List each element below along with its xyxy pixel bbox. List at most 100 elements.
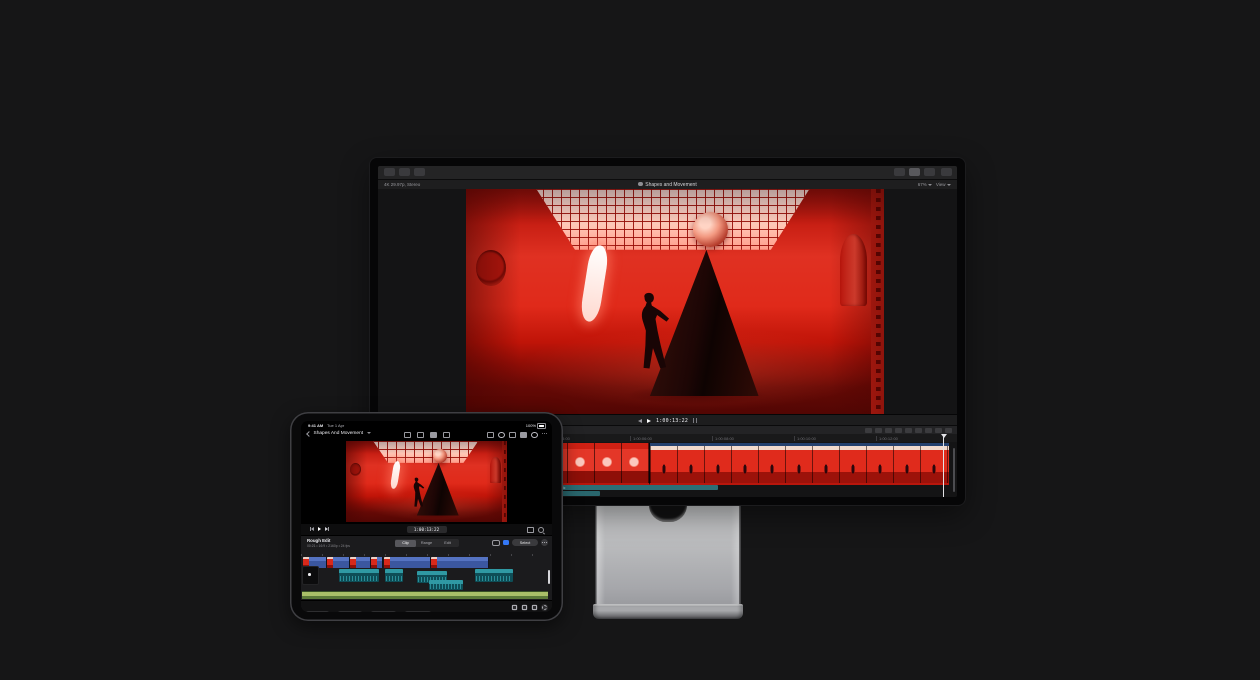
segment-edit[interactable]: Edit bbox=[437, 540, 458, 547]
select-button[interactable]: Select bbox=[512, 539, 538, 546]
index-icon[interactable] bbox=[865, 428, 872, 433]
viewer-canvas[interactable] bbox=[301, 439, 552, 524]
media-import-icon[interactable] bbox=[399, 168, 410, 176]
volume-button[interactable]: Volume bbox=[337, 611, 363, 612]
playhead[interactable] bbox=[943, 434, 944, 497]
ceiling-light-grid bbox=[369, 441, 483, 463]
redo-icon[interactable] bbox=[417, 432, 424, 439]
chevron-down-icon bbox=[947, 184, 951, 186]
timer-icon[interactable] bbox=[498, 432, 505, 439]
video-clip[interactable] bbox=[650, 443, 949, 485]
media-browser-icon[interactable] bbox=[520, 432, 527, 439]
skip-back-icon[interactable] bbox=[310, 527, 314, 531]
skip-forward-icon[interactable] bbox=[325, 527, 329, 531]
wall-porthole bbox=[476, 250, 505, 286]
multicam-button[interactable]: Multicam bbox=[404, 611, 432, 612]
stand-notch bbox=[649, 505, 687, 522]
more-icon[interactable] bbox=[541, 539, 548, 546]
audio-clip[interactable] bbox=[475, 569, 513, 582]
video-clip[interactable] bbox=[371, 557, 383, 568]
audio-clip[interactable]: Music bbox=[555, 485, 718, 490]
ceiling-light-grid bbox=[525, 189, 822, 250]
zoom-icon[interactable] bbox=[538, 527, 544, 533]
ruler-tick: 1:00:08:00 bbox=[712, 436, 734, 441]
wall-light-window bbox=[390, 461, 402, 489]
filmstrip-wall-panel bbox=[871, 189, 884, 414]
wall-arch bbox=[840, 234, 867, 306]
share-icon[interactable] bbox=[941, 168, 952, 176]
export-icon[interactable] bbox=[487, 432, 494, 439]
project-title[interactable]: Shapes And Movement bbox=[314, 431, 364, 436]
more-icon[interactable] bbox=[542, 432, 547, 437]
transitions-icon[interactable] bbox=[945, 428, 952, 433]
timeline-ruler[interactable] bbox=[301, 551, 552, 556]
timecode-display: 1:00:13:22 bbox=[656, 418, 688, 424]
undo-icon[interactable] bbox=[404, 432, 411, 439]
timeline-panel: Rough Edit 00:21 • 16:9 • 2160p • 24 fps… bbox=[301, 535, 552, 612]
segment-clip[interactable]: Clip bbox=[395, 540, 416, 547]
project-icon bbox=[638, 182, 643, 186]
audio-clip[interactable] bbox=[385, 569, 403, 582]
libraries-icon[interactable] bbox=[384, 168, 395, 176]
connected-clip-placeholder[interactable] bbox=[302, 566, 319, 585]
overwrite-icon[interactable] bbox=[521, 604, 528, 611]
connect-tool-icon[interactable] bbox=[503, 540, 510, 546]
ruler-tick: 1:00:12:00 bbox=[876, 436, 898, 441]
edit-mode-segmented-control: Clip Range Edit bbox=[395, 539, 459, 547]
video-clip[interactable] bbox=[327, 557, 350, 568]
skip-back-icon[interactable] bbox=[638, 419, 642, 423]
status-date: Tue 1 Apr bbox=[327, 423, 344, 428]
video-clip[interactable] bbox=[350, 557, 371, 568]
browser-toggle-icon[interactable] bbox=[894, 168, 905, 176]
animate-button[interactable]: Animate bbox=[370, 611, 397, 612]
appearance-icon[interactable] bbox=[895, 428, 902, 433]
nav-bar: Shapes And Movement bbox=[301, 429, 552, 439]
timeline-scrollbar[interactable] bbox=[953, 448, 955, 492]
expand-icon[interactable] bbox=[527, 527, 534, 533]
mute-icon[interactable] bbox=[531, 604, 538, 611]
layout-icon[interactable] bbox=[509, 432, 516, 439]
keywords-icon[interactable] bbox=[414, 168, 425, 176]
metallic-sphere bbox=[433, 449, 447, 463]
play-icon[interactable] bbox=[647, 419, 651, 423]
viewer-zoom-controls: 67% View bbox=[918, 182, 952, 187]
loop-icon[interactable] bbox=[492, 540, 500, 546]
mic-icon[interactable] bbox=[430, 432, 437, 439]
timeline-scroll-indicator[interactable] bbox=[548, 570, 550, 584]
music-track[interactable] bbox=[302, 591, 548, 599]
effects-icon[interactable] bbox=[935, 428, 942, 433]
display-stand-arm bbox=[595, 505, 741, 609]
ruler-tick: 1:00:10:00 bbox=[794, 436, 816, 441]
video-clip[interactable] bbox=[384, 557, 431, 568]
loop-icon[interactable] bbox=[541, 604, 548, 611]
audio-meters-icon[interactable] bbox=[693, 418, 697, 423]
zoom-level-dropdown[interactable]: 67% bbox=[918, 182, 927, 187]
black-pyramid bbox=[417, 463, 459, 516]
record-icon[interactable] bbox=[531, 432, 538, 439]
timecode-display: 1:00:13:22 bbox=[407, 526, 447, 533]
timeline-name: Rough Edit bbox=[307, 538, 350, 543]
trim-icon[interactable] bbox=[885, 428, 892, 433]
filmstrip-wall-panel bbox=[502, 441, 507, 522]
battery-percent: 100% bbox=[526, 423, 536, 428]
delete-icon[interactable] bbox=[443, 432, 450, 439]
display-stand-base bbox=[593, 604, 743, 619]
skimming-icon[interactable] bbox=[905, 428, 912, 433]
delete-icon[interactable] bbox=[511, 604, 518, 611]
back-icon[interactable] bbox=[306, 431, 312, 437]
audio-clip[interactable] bbox=[429, 580, 463, 590]
view-dropdown[interactable]: View bbox=[936, 182, 946, 187]
snapping-icon[interactable] bbox=[915, 428, 922, 433]
play-icon[interactable] bbox=[318, 527, 321, 531]
audio-clip[interactable] bbox=[339, 569, 379, 582]
inspect-button[interactable]: Inspect bbox=[305, 611, 330, 612]
solo-icon[interactable] bbox=[925, 428, 932, 433]
segment-range[interactable]: Range bbox=[416, 540, 437, 547]
video-clip[interactable] bbox=[431, 557, 489, 568]
marker-icon[interactable] bbox=[875, 428, 882, 433]
timeline-toggle-icon[interactable] bbox=[909, 168, 920, 176]
timeline-meta: 00:21 • 16:9 • 2160p • 24 fps bbox=[307, 544, 350, 548]
project-title: Shapes and Movement bbox=[378, 182, 957, 188]
inspector-toggle-icon[interactable] bbox=[924, 168, 935, 176]
battery-icon bbox=[537, 423, 546, 429]
